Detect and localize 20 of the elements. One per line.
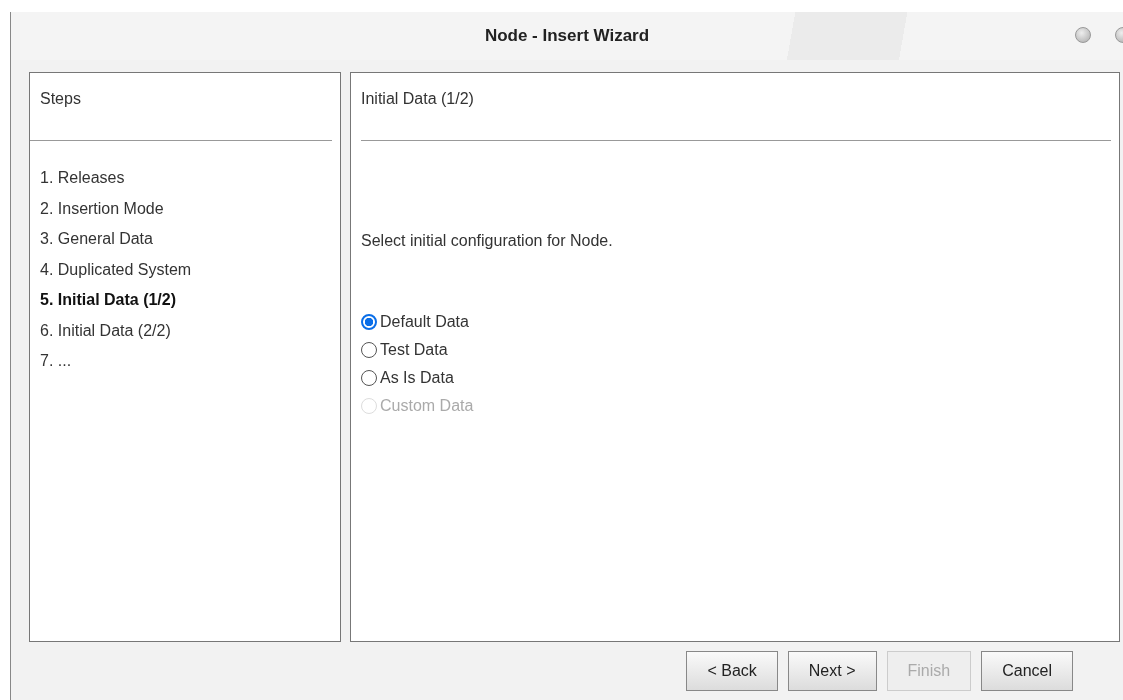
step-item: 6. Initial Data (2/2): [40, 321, 171, 339]
wizard-button[interactable]: < Back: [686, 651, 778, 691]
radio-button[interactable]: [361, 314, 377, 330]
radio-label[interactable]: Test Data: [380, 338, 448, 362]
panel-heading: Steps: [40, 90, 81, 107]
step-item: 2. Insertion Mode: [40, 199, 164, 217]
step-item: 4. Duplicated System: [40, 260, 192, 278]
radio-button[interactable]: [361, 370, 377, 386]
panel-heading: Initial Data (1/2): [361, 90, 474, 107]
radio-label[interactable]: Default Data: [380, 310, 469, 334]
radio-button[interactable]: [361, 342, 377, 358]
step-item: 7. ...: [40, 352, 72, 369]
wizard-button[interactable]: Next >: [787, 651, 877, 691]
window-title: Node - Insert Wizard: [484, 25, 650, 48]
wizard-button[interactable]: Cancel: [981, 651, 1073, 691]
prompt-text: Select initial configuration for Node.: [361, 232, 613, 249]
radio-label[interactable]: As Is Data: [380, 366, 454, 390]
step-item: 5. Initial Data (1/2): [40, 291, 177, 308]
step-item: 1. Releases: [40, 169, 125, 186]
step-item: 3. General Data: [40, 230, 153, 247]
